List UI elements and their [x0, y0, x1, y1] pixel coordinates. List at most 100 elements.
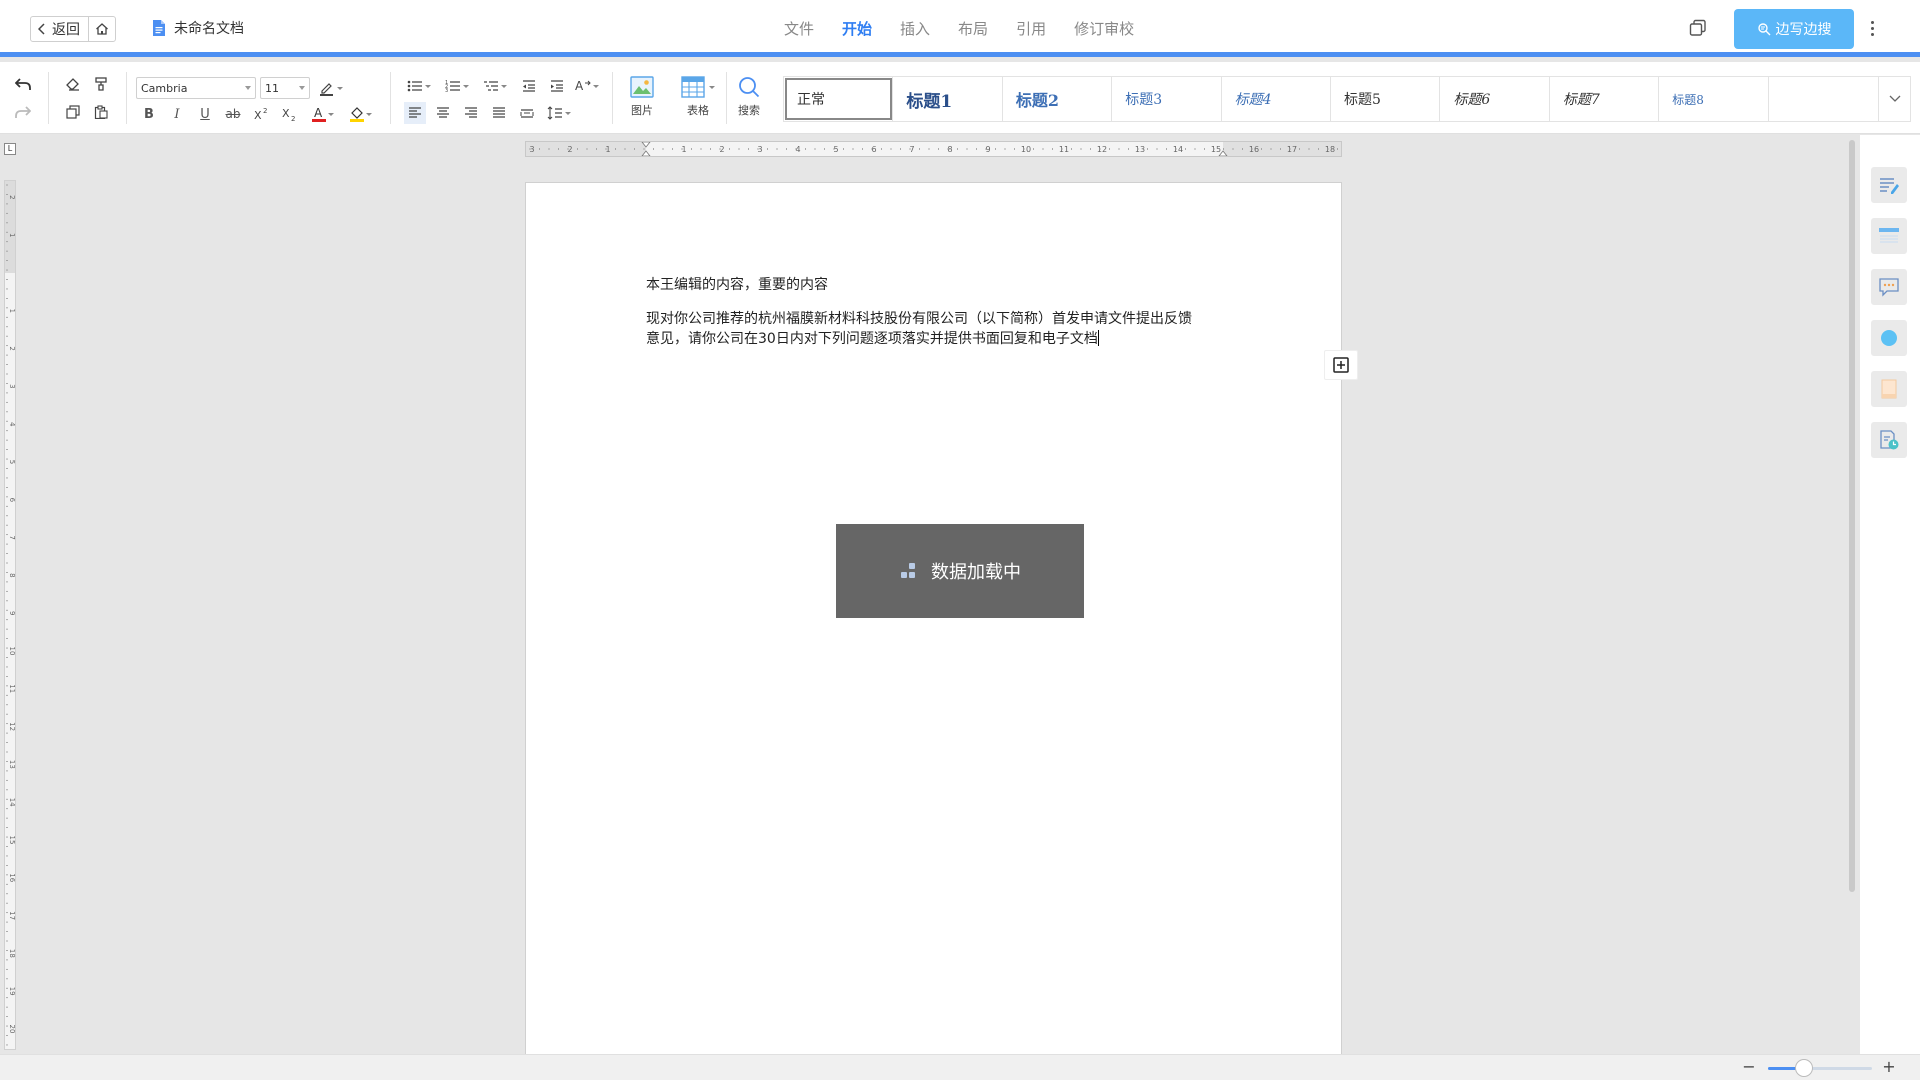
svg-text:2: 2 — [291, 115, 295, 121]
tab-file[interactable]: 文件 — [770, 17, 828, 41]
clear-format-button[interactable] — [62, 73, 84, 95]
tab-home[interactable]: 开始 — [828, 17, 886, 41]
style-heading-8[interactable]: 标题8 — [1659, 77, 1769, 121]
tab-references[interactable]: 引用 — [1002, 17, 1060, 41]
redo-icon — [15, 105, 31, 119]
header-accent-line — [0, 52, 1920, 57]
bold-button[interactable]: B — [138, 103, 160, 125]
font-color-button[interactable]: A — [308, 103, 338, 125]
align-left-button[interactable] — [404, 102, 426, 124]
bullet-list-button[interactable] — [404, 75, 434, 97]
toolbar-divider — [726, 72, 727, 124]
edit-lines-icon — [1878, 175, 1900, 195]
home-button[interactable] — [89, 17, 115, 41]
outline-button[interactable] — [1871, 218, 1907, 254]
style-gallery-expand-button[interactable] — [1879, 76, 1911, 122]
subscript-button[interactable]: X2 — [278, 103, 300, 125]
history-button[interactable] — [1871, 422, 1907, 458]
italic-button[interactable]: I — [166, 103, 188, 125]
style-heading-5[interactable]: 标题5 — [1331, 77, 1441, 121]
horizontal-ruler[interactable]: 3 2 1 1 2 3 4 5 6 7 8 9 10 11 12 13 14 15 16 17 18 — [525, 141, 1342, 157]
decrease-indent-button[interactable] — [518, 75, 540, 97]
zoom-slider-thumb[interactable] — [1795, 1059, 1814, 1077]
highlight-pen-button[interactable] — [316, 77, 346, 99]
insert-image-button[interactable]: 图片 — [622, 76, 662, 118]
ruler-tick-label: 19 — [8, 987, 15, 996]
vertical-ruler[interactable]: 211234567891011121314151617181920 — [4, 180, 16, 1050]
justify-button[interactable] — [488, 102, 510, 124]
tab-stop-selector[interactable]: L — [4, 143, 16, 155]
eraser-icon — [66, 77, 80, 91]
image-label: 图片 — [631, 104, 653, 117]
redo-button[interactable] — [12, 101, 34, 123]
underline-button[interactable]: U — [194, 103, 216, 125]
ruler-tick-label: 11 — [8, 684, 15, 693]
copy-button[interactable] — [62, 101, 84, 123]
align-center-button[interactable] — [432, 102, 454, 124]
document-title-text: 未命名文档 — [174, 21, 244, 37]
document-title[interactable]: 未命名文档 — [152, 18, 244, 38]
line-spacing-button[interactable] — [544, 102, 574, 124]
status-button[interactable] — [1871, 320, 1907, 356]
tab-review[interactable]: 修订审校 — [1060, 17, 1148, 41]
style-heading-7[interactable]: 标题7 — [1550, 77, 1660, 121]
vertical-scrollbar[interactable] — [1847, 140, 1857, 892]
write-and-search-button[interactable]: 边写边搜 — [1734, 9, 1854, 49]
more-options-button[interactable] — [1866, 16, 1878, 40]
page-view-button[interactable] — [1871, 371, 1907, 407]
multilevel-list-button[interactable] — [480, 75, 510, 97]
toolbar-divider — [612, 72, 613, 124]
format-painter-button[interactable] — [90, 73, 112, 95]
chevron-down-icon — [565, 111, 571, 115]
outdent-icon — [522, 79, 536, 93]
style-normal[interactable]: 正常 — [784, 77, 894, 121]
search-button[interactable]: 搜索 — [729, 76, 769, 118]
style-empty-slot — [1769, 77, 1878, 121]
fill-color-button[interactable] — [346, 103, 376, 125]
chevron-down-icon — [366, 112, 372, 116]
insert-table-button[interactable]: 表格 — [674, 76, 722, 118]
align-right-button[interactable] — [460, 102, 482, 124]
insert-block-button[interactable] — [1324, 350, 1358, 380]
toolbar-divider — [126, 72, 127, 124]
increase-indent-button[interactable] — [546, 75, 568, 97]
text-direction-button[interactable]: A — [572, 75, 602, 97]
zoom-out-button[interactable]: − — [1740, 1058, 1758, 1076]
document-paragraph-2[interactable]: 现对你公司推荐的杭州福膜新材料科技股份有限公司（以下简称）首发申请文件提出反馈 — [646, 309, 1192, 329]
style-heading-2[interactable]: 标题2 — [1003, 77, 1113, 121]
distributed-align-button[interactable] — [516, 102, 538, 124]
style-heading-6[interactable]: 标题6 — [1440, 77, 1550, 121]
document-page[interactable]: 本王编辑的内容，重要的内容 现对你公司推荐的杭州福膜新材料科技股份有限公司（以下… — [525, 182, 1342, 1062]
font-size-select[interactable]: 11 — [260, 77, 310, 99]
document-paragraph-2-line-2[interactable]: 意见，请你公司在30日内对下列问题逐项落实并提供书面回复和电子文档 — [646, 329, 1099, 349]
style-heading-3[interactable]: 标题3 — [1112, 77, 1222, 121]
superscript-button[interactable]: X2 — [250, 103, 272, 125]
paste-button[interactable] — [90, 101, 112, 123]
table-icon — [681, 76, 705, 98]
numbered-list-button[interactable]: 123 — [442, 75, 472, 97]
document-paragraph-1[interactable]: 本王编辑的内容，重要的内容 — [646, 275, 828, 295]
undo-button[interactable] — [12, 73, 34, 95]
style-heading-1[interactable]: 标题1 — [893, 77, 1003, 121]
image-icon — [630, 76, 654, 98]
chevron-down-icon — [328, 112, 334, 116]
style-gallery: 正常 标题1 标题2 标题3 标题4 标题5 标题6 标题7 标题8 — [783, 76, 1879, 122]
strikethrough-button[interactable]: ab — [222, 103, 244, 125]
window-toggle-button[interactable] — [1688, 18, 1708, 38]
ruler-tick-label: 10 — [8, 647, 15, 656]
back-button[interactable]: 返回 — [31, 17, 89, 41]
comments-button[interactable] — [1871, 269, 1907, 305]
circle-icon — [1878, 327, 1900, 349]
ruler-tick-label: 13 — [1135, 145, 1145, 154]
scrollbar-thumb[interactable] — [1849, 140, 1855, 892]
tab-insert[interactable]: 插入 — [886, 17, 944, 41]
tab-layout[interactable]: 布局 — [944, 17, 1002, 41]
style-heading-4[interactable]: 标题4 — [1222, 77, 1332, 121]
window-copy-icon — [1688, 18, 1708, 38]
font-family-select[interactable]: Cambria — [136, 77, 256, 99]
ruler-tick-label: 5 — [8, 460, 15, 464]
zoom-slider[interactable] — [1768, 1059, 1872, 1077]
zoom-in-button[interactable]: + — [1880, 1058, 1898, 1076]
ruler-tick-label: 6 — [8, 498, 15, 503]
edit-notes-button[interactable] — [1871, 167, 1907, 203]
